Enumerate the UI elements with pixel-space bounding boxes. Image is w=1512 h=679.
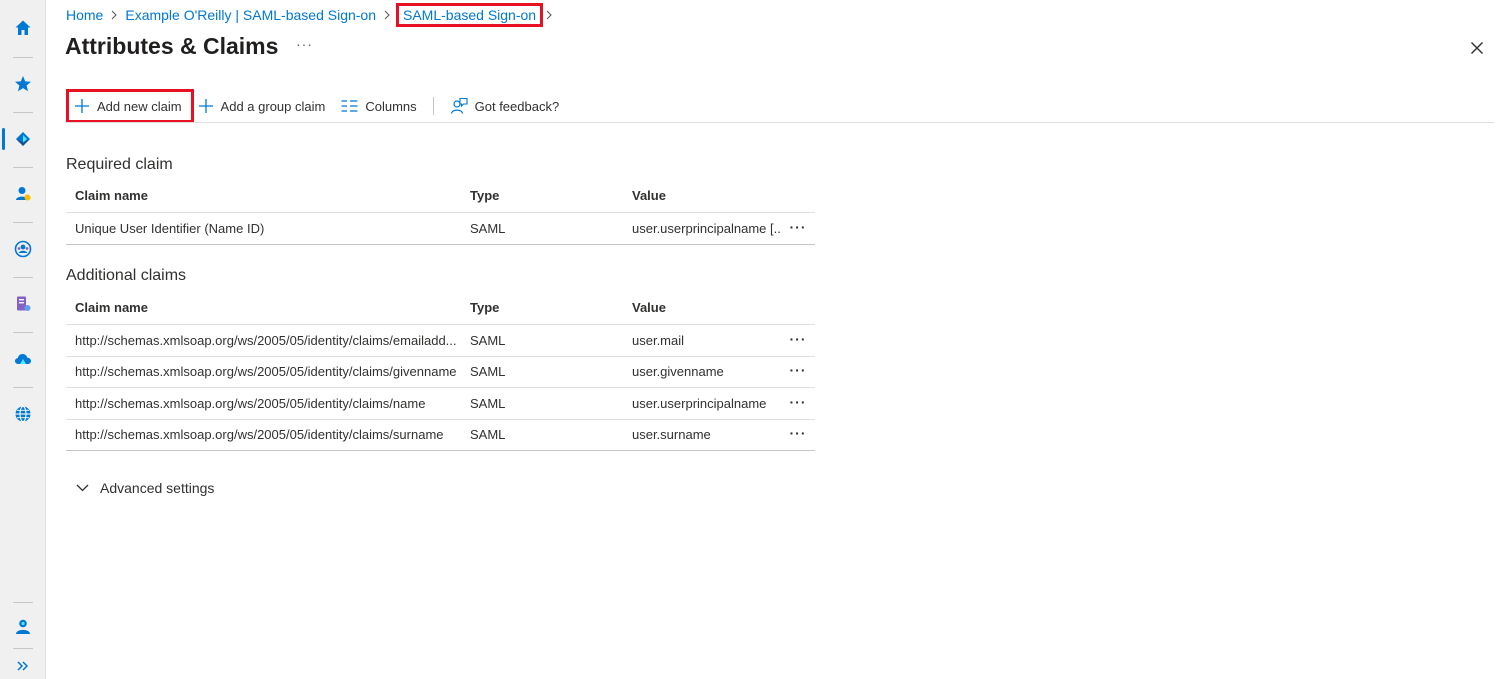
table-header: Claim name Type Value — [66, 292, 815, 325]
columns-label: Columns — [365, 98, 417, 114]
column-header-type[interactable]: Type — [470, 180, 620, 212]
columns-icon — [341, 100, 358, 112]
table-header: Claim name Type Value — [66, 180, 815, 213]
claim-value-cell: user.userprincipalname [... — [632, 220, 782, 236]
claim-value-cell: user.mail — [632, 332, 685, 348]
rail-divider — [13, 332, 33, 333]
star-icon[interactable] — [0, 67, 46, 101]
advanced-settings-toggle[interactable]: Advanced settings — [76, 478, 214, 498]
column-header-claim-name[interactable]: Claim name — [75, 180, 461, 212]
add-new-claim-button[interactable]: Add new claim — [66, 89, 194, 123]
home-icon[interactable] — [0, 11, 46, 45]
advanced-settings-label: Advanced settings — [100, 480, 215, 496]
command-bar: Add new claim Add a group claim Columns … — [66, 89, 567, 123]
feedback-label: Got feedback? — [474, 98, 560, 114]
plus-icon — [198, 98, 214, 114]
add-group-claim-button[interactable]: Add a group claim — [194, 91, 334, 121]
row-more-button[interactable]: ··· — [784, 357, 812, 388]
row-more-button[interactable]: ··· — [784, 420, 812, 451]
rail-divider — [13, 222, 33, 223]
add-group-claim-label: Add a group claim — [220, 98, 326, 114]
claim-value-cell: user.userprincipalname — [632, 395, 767, 411]
rail-divider — [13, 277, 33, 278]
entra-diamond-icon[interactable] — [0, 122, 46, 156]
row-more-button[interactable]: ··· — [784, 388, 812, 419]
chevron-down-icon — [76, 484, 89, 492]
breadcrumb-home[interactable]: Home — [66, 7, 103, 23]
claim-name-cell: http://schemas.xmlsoap.org/ws/2005/05/id… — [75, 332, 457, 348]
row-more-button[interactable]: ··· — [784, 213, 812, 244]
rail-divider — [13, 602, 33, 603]
table-row[interactable]: http://schemas.xmlsoap.org/ws/2005/05/id… — [66, 388, 815, 420]
toolbar-divider — [432, 97, 434, 115]
claim-value-cell: user.surname — [632, 427, 711, 443]
claim-name-cell: http://schemas.xmlsoap.org/ws/2005/05/id… — [75, 364, 457, 380]
claim-type-cell: SAML — [470, 395, 506, 411]
expand-chevrons-icon[interactable] — [0, 649, 46, 679]
column-header-type[interactable]: Type — [470, 292, 620, 324]
claim-type-cell: SAML — [470, 364, 506, 380]
table-row[interactable]: http://schemas.xmlsoap.org/ws/2005/05/id… — [66, 325, 815, 357]
required-claim-heading: Required claim — [66, 156, 173, 173]
claim-type-cell: SAML — [470, 427, 506, 443]
user-settings-icon[interactable] — [0, 610, 46, 644]
more-options-button[interactable]: ··· — [296, 36, 313, 52]
table-row[interactable]: http://schemas.xmlsoap.org/ws/2005/05/id… — [66, 420, 815, 451]
rail-divider — [13, 57, 33, 58]
close-icon[interactable] — [1466, 37, 1488, 59]
claim-value-cell: user.givenname — [632, 364, 724, 380]
claim-name-cell: http://schemas.xmlsoap.org/ws/2005/05/id… — [75, 427, 444, 443]
toolbar-divider-line — [66, 122, 1494, 123]
left-nav-rail — [0, 0, 46, 679]
add-new-claim-label: Add new claim — [97, 98, 182, 114]
page-title: Attributes & Claims — [65, 33, 279, 59]
claim-type-cell: SAML — [470, 220, 506, 236]
column-header-claim-name[interactable]: Claim name — [75, 292, 461, 324]
breadcrumb-app[interactable]: Example O'Reilly | SAML-based Sign-on — [125, 7, 376, 23]
users-icon[interactable] — [0, 177, 46, 211]
rail-divider — [13, 112, 33, 113]
table-row[interactable]: Unique User Identifier (Name ID) SAML us… — [66, 213, 815, 245]
rail-divider — [13, 167, 33, 168]
claim-name-cell: http://schemas.xmlsoap.org/ws/2005/05/id… — [75, 395, 426, 411]
globe-icon[interactable] — [0, 397, 46, 431]
additional-claims-heading: Additional claims — [66, 267, 187, 284]
plus-icon — [74, 98, 90, 114]
cloud-icon[interactable] — [0, 342, 46, 376]
app-registrations-icon[interactable] — [0, 287, 46, 321]
row-more-button[interactable]: ··· — [784, 325, 812, 356]
column-header-value[interactable]: Value — [632, 180, 782, 212]
breadcrumb-current[interactable]: SAML-based Sign-on — [396, 3, 544, 27]
breadcrumb: Home Example O'Reilly | SAML-based Sign-… — [66, 3, 553, 27]
table-row[interactable]: http://schemas.xmlsoap.org/ws/2005/05/id… — [66, 357, 815, 388]
claim-name-cell: Unique User Identifier (Name ID) — [75, 220, 265, 236]
column-header-value[interactable]: Value — [632, 292, 782, 324]
rail-divider — [13, 387, 33, 388]
feedback-icon — [450, 97, 468, 115]
chevron-right-icon — [545, 10, 553, 20]
chevron-right-icon — [383, 10, 391, 20]
claim-type-cell: SAML — [470, 332, 506, 348]
required-claim-table: Claim name Type Value Unique User Identi… — [66, 180, 815, 245]
chevron-right-icon — [110, 10, 118, 20]
feedback-button[interactable]: Got feedback? — [442, 91, 568, 121]
columns-button[interactable]: Columns — [333, 91, 424, 121]
additional-claims-table: Claim name Type Value http://schemas.xml… — [66, 292, 815, 451]
groups-icon[interactable] — [0, 232, 46, 266]
